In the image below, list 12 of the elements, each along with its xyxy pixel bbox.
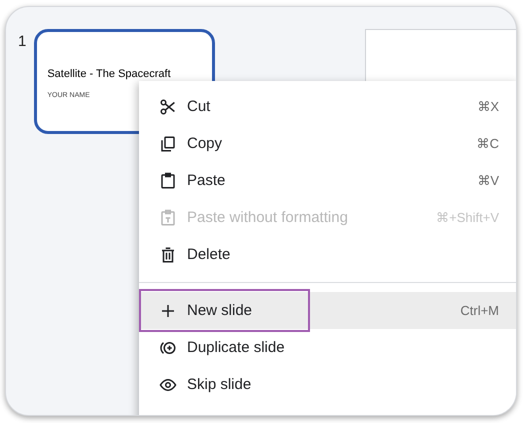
scissors-icon	[159, 98, 177, 116]
copy-icon	[159, 134, 177, 152]
menu-item[interactable]: Duplicate slide	[139, 329, 516, 366]
trash-icon	[159, 246, 177, 264]
slide-title: Satellite - The Spacecraft	[47, 68, 171, 80]
clipboard-icon	[159, 172, 177, 190]
clipboard-icon	[159, 208, 177, 226]
menu-item[interactable]: Paste ⌘V	[139, 162, 516, 199]
menu-item[interactable]: Delete	[139, 236, 516, 273]
slide-number: 1	[18, 32, 26, 52]
menu-item[interactable]: Skip slide	[139, 366, 516, 403]
menu-item[interactable]: New slide Ctrl+M	[139, 292, 516, 329]
